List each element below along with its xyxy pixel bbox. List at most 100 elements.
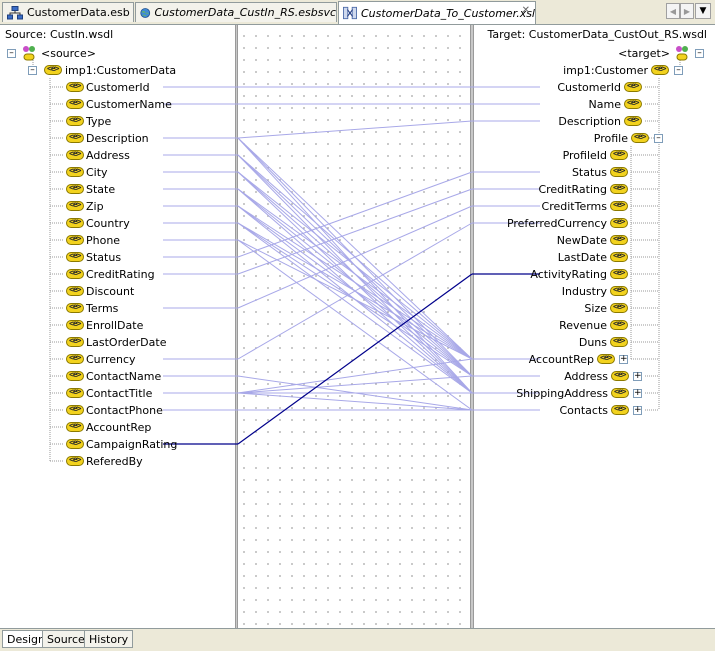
target-field-newdate[interactable]: NewDate <e>	[557, 232, 628, 248]
source-field-city[interactable]: <e> City	[66, 164, 108, 180]
field-label: CreditRating	[538, 182, 607, 196]
expand-icon[interactable]: +	[633, 388, 642, 398]
target-root-node[interactable]: <target> –	[618, 45, 704, 61]
source-field-accountrep[interactable]: <e> AccountRep	[66, 419, 151, 435]
source-field-status[interactable]: <e> Status	[66, 249, 121, 265]
element-icon: <e>	[610, 234, 628, 245]
source-field-enrolldate[interactable]: <e> EnrollDate	[66, 317, 143, 333]
target-field-description[interactable]: Description <e>	[558, 113, 642, 129]
tab-history[interactable]: History	[84, 630, 134, 648]
field-label: Zip	[86, 199, 104, 213]
source-field-customername[interactable]: <e> CustomerName	[66, 96, 172, 112]
collapse-icon[interactable]: –	[674, 65, 683, 75]
target-field-preferredcurrency[interactable]: PreferredCurrency <e>	[507, 215, 628, 231]
close-tab-icon[interactable]: ✕	[522, 5, 530, 16]
tab-customerdata-esb[interactable]: CustomerData.esb	[2, 2, 134, 22]
field-label: Status	[571, 165, 607, 179]
field-label: ReferedBy	[86, 454, 143, 468]
field-label: LastDate	[557, 250, 607, 264]
element-icon: <e>	[66, 455, 84, 466]
target-field-status[interactable]: Status <e>	[572, 164, 628, 180]
source-field-contactname[interactable]: <e> ContactName	[66, 368, 161, 384]
source-root-node[interactable]: – <source>	[7, 45, 96, 61]
element-icon: <e>	[610, 268, 628, 279]
element-icon: <e>	[610, 336, 628, 347]
target-field-activityrating[interactable]: ActivityRating <e>	[530, 266, 628, 282]
source-field-country[interactable]: <e> Country	[66, 215, 130, 231]
target-field-profileid[interactable]: ProfileId <e>	[563, 147, 628, 163]
tab-customerdata-to-customer-xsl[interactable]: CustomerData_To_Customer.xsl ✕	[338, 1, 536, 24]
target-pane-divider[interactable]	[470, 25, 474, 628]
xsl-map-icon	[343, 6, 357, 20]
target-field-creditterms[interactable]: CreditTerms <e>	[542, 198, 628, 214]
collapse-icon[interactable]: –	[654, 133, 663, 143]
element-icon: <e>	[66, 336, 84, 347]
schema-root-icon	[23, 46, 35, 61]
collapse-icon[interactable]: –	[695, 48, 704, 58]
source-field-contacttitle[interactable]: <e> ContactTitle	[66, 385, 152, 401]
field-label: CustomerId	[557, 80, 621, 94]
target-field-name[interactable]: Name <e>	[589, 96, 642, 112]
target-field-industry[interactable]: Industry <e>	[562, 283, 628, 299]
element-icon: <e>	[66, 268, 84, 279]
element-icon: <e>	[631, 132, 649, 143]
source-field-state[interactable]: <e> State	[66, 181, 115, 197]
target-field-profile[interactable]: Profile <e> –	[594, 130, 663, 146]
tab-label: CustomerData.esb	[27, 6, 130, 19]
source-element-node[interactable]: – <e> imp1:CustomerData	[28, 62, 176, 78]
element-icon: <e>	[66, 217, 84, 228]
source-pane-divider[interactable]	[235, 25, 238, 628]
collapse-icon[interactable]: –	[28, 65, 37, 75]
tab-source[interactable]: Source	[42, 630, 90, 648]
element-icon: <e>	[610, 285, 628, 296]
expand-icon[interactable]: +	[633, 371, 642, 381]
tab-list-dropdown-button[interactable]: ▼	[695, 3, 711, 19]
expand-icon[interactable]: +	[619, 354, 628, 364]
element-icon: <e>	[624, 81, 642, 92]
element-icon: <e>	[624, 98, 642, 109]
field-label: Description	[558, 114, 621, 128]
field-label: Description	[86, 131, 149, 145]
target-field-lastdate[interactable]: LastDate <e>	[558, 249, 628, 265]
target-field-creditrating[interactable]: CreditRating <e>	[538, 181, 628, 197]
globe-service-icon	[140, 7, 151, 18]
tab-customerdata-custin-rs-esbsvc[interactable]: CustomerData_CustIn_RS.esbsvc	[135, 2, 337, 22]
field-label: CreditTerms	[541, 199, 607, 213]
source-field-campaignrating[interactable]: <e> CampaignRating	[66, 436, 177, 452]
target-field-shippingaddress[interactable]: ShippingAddress <e> +	[516, 385, 642, 401]
source-field-customerid[interactable]: <e> CustomerId	[66, 79, 150, 95]
field-label: City	[86, 165, 108, 179]
source-field-zip[interactable]: <e> Zip	[66, 198, 104, 214]
target-field-size[interactable]: Size <e>	[584, 300, 628, 316]
field-label: AccountRep	[528, 352, 594, 366]
target-field-revenue[interactable]: Revenue <e>	[559, 317, 628, 333]
field-label: Name	[588, 97, 621, 111]
source-field-address[interactable]: <e> Address	[66, 147, 130, 163]
source-field-description[interactable]: <e> Description	[66, 130, 149, 146]
source-title: Source: CustIn.wsdl	[5, 28, 114, 41]
source-field-currency[interactable]: <e> Currency	[66, 351, 136, 367]
field-label: PreferredCurrency	[506, 216, 607, 230]
source-field-referedby[interactable]: <e> ReferedBy	[66, 453, 143, 469]
expand-icon[interactable]: +	[633, 405, 642, 415]
source-field-contactphone[interactable]: <e> ContactPhone	[66, 402, 163, 418]
source-field-creditrating[interactable]: <e> CreditRating	[66, 266, 155, 282]
target-field-address[interactable]: Address <e> +	[564, 368, 642, 384]
source-field-discount[interactable]: <e> Discount	[66, 283, 134, 299]
collapse-icon[interactable]: –	[7, 48, 16, 58]
source-field-phone[interactable]: <e> Phone	[66, 232, 120, 248]
target-field-accountrep[interactable]: AccountRep <e> +	[529, 351, 628, 367]
field-label: CampaignRating	[86, 437, 178, 451]
source-field-lastorderdate[interactable]: <e> LastOrderDate	[66, 334, 166, 350]
scroll-tabs-left-button[interactable]: ◀	[666, 3, 680, 19]
field-label: ProfileId	[562, 148, 607, 162]
source-field-terms[interactable]: <e> Terms	[66, 300, 118, 316]
source-field-type[interactable]: <e> Type	[66, 113, 111, 129]
target-field-contacts[interactable]: Contacts <e> +	[559, 402, 642, 418]
target-field-customerid[interactable]: CustomerId <e>	[557, 79, 642, 95]
scroll-tabs-right-button[interactable]: ▶	[680, 3, 694, 19]
mapping-canvas[interactable]	[235, 25, 475, 628]
element-icon: <e>	[611, 404, 629, 415]
target-element-node[interactable]: imp1:Customer <e> –	[563, 62, 683, 78]
target-field-duns[interactable]: Duns <e>	[579, 334, 628, 350]
